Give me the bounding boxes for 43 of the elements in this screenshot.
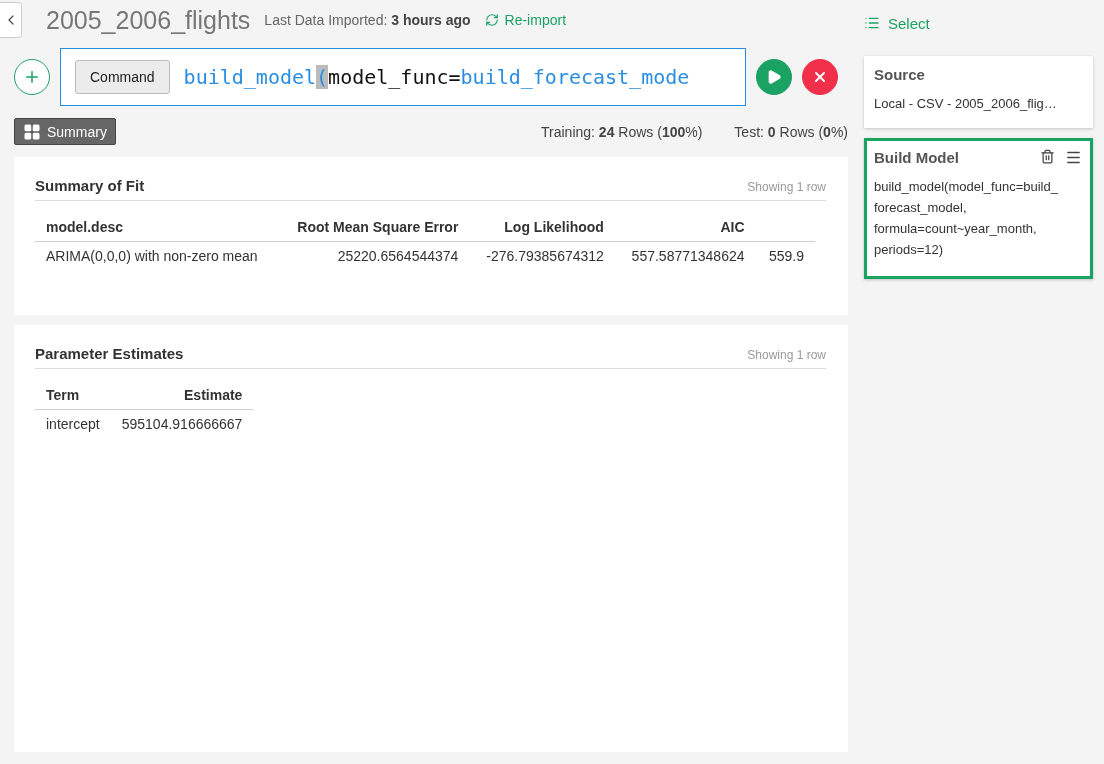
run-button[interactable] bbox=[756, 59, 792, 95]
grid-icon bbox=[23, 122, 41, 141]
step-description: Local - CSV - 2005_2006_flig… bbox=[874, 95, 1058, 113]
import-status: Last Data Imported: 3 hours ago bbox=[264, 12, 471, 28]
table-cell: intercept bbox=[35, 409, 111, 438]
table-cell: 25220.6564544374 bbox=[278, 241, 470, 270]
table-cell: 557.58771348624 bbox=[614, 241, 756, 270]
close-icon bbox=[812, 69, 828, 85]
table-cell: -276.79385674312 bbox=[469, 241, 615, 270]
step-card[interactable]: Source Local - CSV - 2005_2006_flig… bbox=[864, 56, 1093, 128]
card-title: Parameter Estimates bbox=[35, 345, 184, 362]
refresh-icon bbox=[484, 13, 499, 27]
test-rows: Test: 0 Rows (0%) bbox=[734, 123, 848, 140]
card-title: Summary of Fit bbox=[35, 177, 145, 194]
row-count: Showing 1 row bbox=[747, 348, 826, 362]
step-title: Build Model bbox=[874, 149, 959, 166]
column-header: AIC bbox=[614, 219, 756, 242]
plus-icon bbox=[23, 68, 41, 86]
table-cell: ARIMA(0,0,0) with non-zero mean bbox=[35, 241, 279, 270]
training-rows: Training: 24 Rows (100%) bbox=[541, 123, 703, 140]
delete-icon[interactable] bbox=[1040, 149, 1055, 164]
command-mode-button[interactable]: Command bbox=[75, 60, 170, 94]
command-text: build_model(model_func=build_forecast_mode bbox=[183, 65, 690, 89]
command-field[interactable]: Command build_model(model_func=build_forecast_mode bbox=[60, 48, 746, 106]
step-description: build_model(model_func=build_ forecast_model, formula=count~year_month, periods=12) bbox=[874, 178, 1059, 259]
column-header: Estimate bbox=[110, 387, 254, 410]
summary-button[interactable]: Summary bbox=[14, 118, 116, 145]
table-cell: 595104.916666667 bbox=[110, 409, 254, 438]
back-button[interactable] bbox=[0, 2, 22, 38]
table-cell: 559.9 bbox=[755, 241, 815, 270]
add-button[interactable] bbox=[14, 59, 50, 95]
step-card[interactable]: Build Model build_model(model_func=build_ forecast_model, formula=count~year_month, periods=12) bbox=[864, 138, 1093, 279]
column-header: model.desc bbox=[35, 219, 279, 242]
column-header: Root Mean Square Error bbox=[278, 219, 470, 242]
column-header: Log Likelihood bbox=[469, 219, 615, 242]
dataset-title: 2005_2006_flights bbox=[46, 5, 251, 35]
menu-icon[interactable] bbox=[1065, 149, 1082, 166]
play-icon bbox=[766, 69, 782, 85]
column-header: Term bbox=[35, 387, 111, 410]
list-icon bbox=[864, 15, 880, 31]
step-title: Source bbox=[874, 66, 925, 83]
cancel-button[interactable] bbox=[802, 59, 838, 95]
row-count: Showing 1 row bbox=[747, 180, 826, 194]
